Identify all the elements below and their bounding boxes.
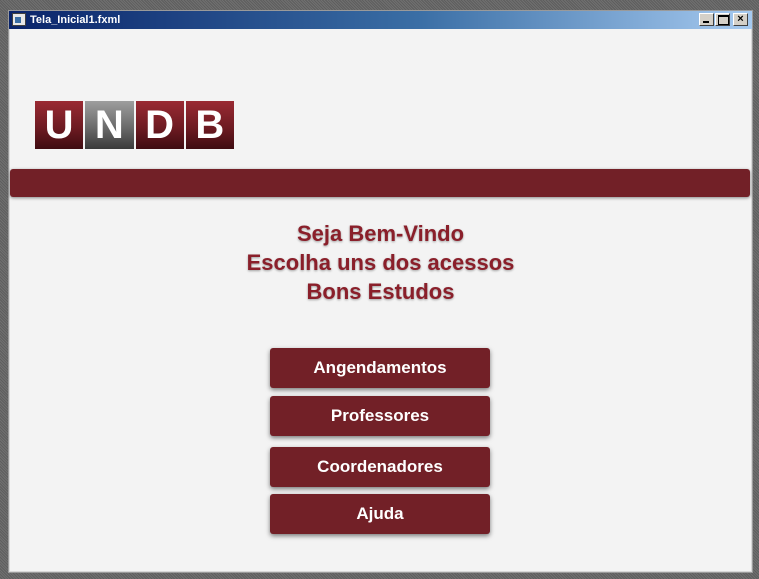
logo-letter-d: D (135, 101, 184, 149)
professores-button[interactable]: Professores (270, 396, 490, 436)
minimize-button[interactable] (699, 13, 714, 26)
welcome-line-farewell: Bons Estudos (306, 279, 455, 304)
undb-logo: U N D B (35, 101, 234, 149)
app-window: Tela_Inicial1.fxml × U N D B Seja Bem-Vi… (8, 10, 753, 573)
coordenadores-button[interactable]: Coordenadores (270, 447, 490, 487)
maximize-icon (718, 15, 729, 25)
welcome-message: Seja Bem-Vindo Escolha uns dos acessos B… (9, 219, 752, 306)
ajuda-button[interactable]: Ajuda (270, 494, 490, 534)
header-banner (10, 169, 750, 197)
welcome-line-greeting: Seja Bem-Vindo (296, 221, 465, 246)
agendamentos-button[interactable]: Angendamentos (270, 348, 490, 388)
window-app-icon[interactable] (12, 13, 26, 26)
maximize-button[interactable] (715, 13, 730, 26)
window-title: Tela_Inicial1.fxml (30, 14, 121, 26)
logo-letter-u: U (35, 101, 84, 149)
title-bar[interactable]: Tela_Inicial1.fxml × (9, 11, 752, 29)
close-button[interactable]: × (733, 13, 748, 26)
logo-letter-n: N (85, 101, 134, 149)
close-icon: × (737, 13, 744, 25)
logo-letter-b: B (185, 101, 234, 149)
welcome-line-instruction: Escolha uns dos acessos (246, 250, 515, 275)
minimize-icon (703, 21, 709, 23)
